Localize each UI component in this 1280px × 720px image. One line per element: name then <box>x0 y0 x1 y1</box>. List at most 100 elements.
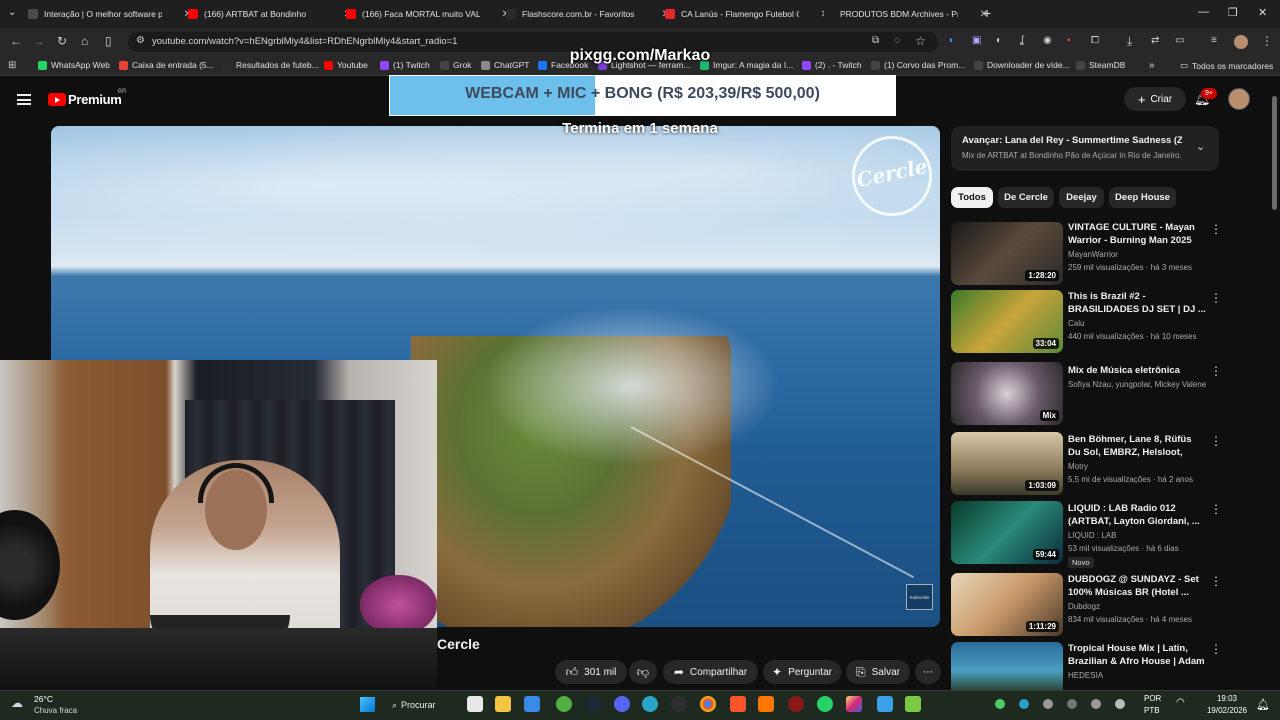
site-info-icon[interactable]: ⚙ <box>136 35 145 46</box>
rec-title[interactable]: This is Brazil #2 - BRASILIDADES DJ SET … <box>1068 290 1206 316</box>
tab-flashscore[interactable]: Flashscore.com.br - Favoritos✕ <box>506 4 676 24</box>
rec-menu-icon[interactable]: ⋮ <box>1210 291 1222 305</box>
tray-icon[interactable] <box>1067 699 1077 709</box>
home-icon[interactable]: ⌂ <box>81 34 88 48</box>
rec-title[interactable]: Tropical House Mix | Latin, Brazilian & … <box>1068 642 1206 668</box>
rec-channel[interactable]: Dubdogz <box>1068 602 1208 611</box>
window-close-icon[interactable]: ✕ <box>1258 6 1267 19</box>
tray-icon[interactable] <box>1091 699 1101 709</box>
account-avatar[interactable] <box>1228 88 1250 110</box>
tab-search-icon[interactable]: ≡ <box>1211 35 1217 46</box>
rec-menu-icon[interactable]: ⋮ <box>1210 502 1222 516</box>
save-button[interactable]: ⎘ Salvar <box>846 660 910 684</box>
chrome-icon[interactable] <box>700 696 716 712</box>
more-actions-button[interactable]: ⋯ <box>915 660 941 684</box>
rec-thumbnail[interactable]: 1:03:09 <box>951 432 1063 495</box>
hamburger-menu-icon[interactable] <box>17 94 31 105</box>
menu-kebab-icon[interactable]: ⋮ <box>1261 34 1273 48</box>
rec-title[interactable]: Mix de Música eletrônica <box>1068 364 1206 377</box>
apps-grid-icon[interactable]: ⊞ <box>8 60 16 71</box>
edge-icon[interactable] <box>642 696 658 712</box>
minimize-icon[interactable]: — <box>1198 6 1209 18</box>
profile-avatar[interactable] <box>1234 35 1248 49</box>
instagram-icon[interactable] <box>846 696 862 712</box>
app-icon[interactable] <box>788 696 804 712</box>
store-icon[interactable] <box>524 696 540 712</box>
chevron-down-icon[interactable]: ⌄ <box>1196 140 1205 153</box>
tab-lanus-flamengo[interactable]: CA Lanús - Flamengo Futebol C✕ <box>665 4 835 24</box>
rec-channel[interactable]: Sofiya Nzau, yungpolar, Mickey Valene e.… <box>1068 380 1208 389</box>
tray-icon[interactable] <box>1115 699 1125 709</box>
reload-icon[interactable]: ↻ <box>57 34 67 48</box>
restore-icon[interactable]: ❐ <box>1228 6 1238 19</box>
wifi-icon[interactable]: ◠ <box>1176 697 1185 708</box>
rec-thumbnail[interactable]: Mix <box>951 362 1063 425</box>
weather-desc[interactable]: Chuva fraca <box>34 706 77 715</box>
tab-search-icon[interactable]: ⌄ <box>8 7 16 18</box>
rec-channel[interactable]: LIQUID : LAB <box>1068 531 1208 540</box>
bookmark-downloader[interactable]: Downloader de víde... <box>974 60 1070 70</box>
rec-thumbnail[interactable]: 59:44 <box>951 501 1063 564</box>
bookmark-steamdb[interactable]: SteamDB <box>1076 60 1125 70</box>
tab-artbat[interactable]: (166) ARTBAT at Bondinho✕ <box>188 4 358 24</box>
soundcloud-icon[interactable] <box>758 696 774 712</box>
notification-center-icon[interactable]: 🔔︎ <box>1256 698 1270 711</box>
rec-menu-icon[interactable]: ⋮ <box>1210 434 1222 448</box>
rec-menu-icon[interactable]: ⋮ <box>1210 642 1222 656</box>
bookmark-whatsapp[interactable]: WhatsApp Web <box>38 60 110 70</box>
extension-bitwarden-icon[interactable]: ◗ <box>948 35 954 46</box>
rec-channel[interactable]: Motry <box>1068 462 1208 471</box>
tray-icon[interactable] <box>1043 699 1053 709</box>
chip-deejay[interactable]: Deejay <box>1059 187 1104 208</box>
puzzle-icon[interactable]: ⧠ <box>1091 35 1099 46</box>
tab-bdm[interactable]: PRODUTOS BDM Archives - Pro ✕ <box>824 4 994 24</box>
whatsapp-icon[interactable] <box>817 696 833 712</box>
create-button[interactable]: + Criar <box>1124 87 1186 111</box>
discord-icon[interactable] <box>614 696 630 712</box>
tab-faca[interactable]: (166) Faca MORTAL muito VALI✕ <box>346 4 516 24</box>
rec-thumbnail[interactable]: 33:04 <box>951 290 1063 353</box>
windows-start-icon[interactable] <box>360 697 375 712</box>
dislike-button[interactable]: 👎︎ <box>629 660 657 684</box>
eye-off-icon[interactable]: ◌ <box>894 35 900 46</box>
rec-title[interactable]: Ben Böhmer, Lane 8, Rüfüs Du Sol, EMBRZ,… <box>1068 433 1206 459</box>
url-text[interactable]: youtube.com/watch?v=hENgrblMiy4&list=RDh… <box>152 36 457 47</box>
youtube-premium-label[interactable]: Premium <box>68 92 122 107</box>
app-icon[interactable] <box>877 696 893 712</box>
bookmark-star-icon[interactable]: ☆ <box>915 34 926 48</box>
new-tab-icon[interactable]: + <box>983 5 991 21</box>
rec-title[interactable]: DUBDOGZ @ SUNDAYZ - Set 100% Músicas BR … <box>1068 573 1206 599</box>
bookmark-grok[interactable]: Grok <box>440 60 471 70</box>
rec-channel[interactable]: Calu <box>1068 319 1208 328</box>
weather-temp[interactable]: 26°C <box>34 694 53 704</box>
file-explorer-icon[interactable] <box>495 696 511 712</box>
steam-icon[interactable] <box>585 696 601 712</box>
cast-icon[interactable]: ▭ <box>1175 35 1184 46</box>
xbox-icon[interactable] <box>556 696 572 712</box>
rec-thumbnail[interactable]: 1:28:20 <box>951 222 1063 285</box>
install-icon[interactable]: ⧉ <box>872 35 879 46</box>
chip-deep-house[interactable]: Deep House <box>1109 187 1176 208</box>
extension-icon[interactable]: ◉ <box>1043 35 1052 46</box>
chip-de-cercle[interactable]: De Cercle <box>998 187 1054 208</box>
like-button[interactable]: 👍︎ 301 mil <box>555 660 627 684</box>
bookmarks-overflow-icon[interactable]: » <box>1149 60 1155 71</box>
bookmark-gmail[interactable]: Caixa de entrada (5... <box>119 60 214 70</box>
rec-thumbnail[interactable]: 1:11:29 <box>951 573 1063 636</box>
tray-icon[interactable] <box>1019 699 1029 709</box>
keyboard-language[interactable]: POR <box>1144 694 1161 703</box>
subscribe-watermark[interactable]: Subscribe <box>906 584 933 610</box>
weather-icon[interactable]: ☁ <box>11 696 23 710</box>
ask-button[interactable]: ✦ Perguntar <box>763 660 841 684</box>
brave-icon[interactable] <box>730 696 746 712</box>
chip-todos[interactable]: Todos <box>951 187 993 208</box>
obs-icon[interactable] <box>671 696 687 712</box>
bookmark-corvo[interactable]: (1) Corvo das Prom... <box>871 60 965 70</box>
bookmark-twitch[interactable]: (1) Twitch <box>380 60 430 70</box>
bookmark-chatgpt[interactable]: ChatGPT <box>481 60 529 70</box>
clock-time[interactable]: 19:03 <box>1204 694 1250 703</box>
rec-channel[interactable]: HEDESIA <box>1068 671 1208 680</box>
page-scrollbar[interactable] <box>1272 96 1277 210</box>
rec-title[interactable]: VINTAGE CULTURE - Mayan Warrior - Burnin… <box>1068 221 1206 247</box>
extension-icon[interactable]: ʆ <box>1020 35 1024 46</box>
